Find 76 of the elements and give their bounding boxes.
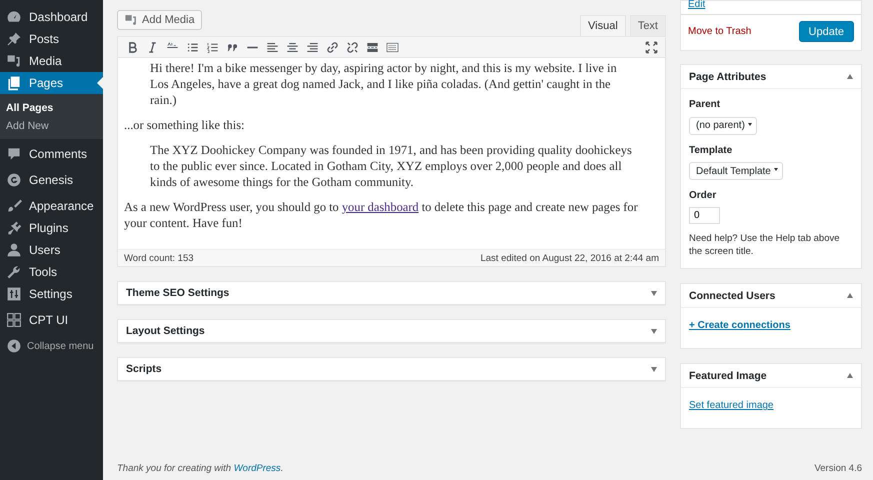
box-title: Featured Image [689, 370, 767, 382]
circle-g-icon [6, 172, 22, 188]
read-more-icon [366, 40, 378, 54]
grid-icon [6, 312, 22, 328]
set-featured-image-link[interactable]: Set featured image [689, 400, 774, 411]
help-text: Need help? Use the Help tab above the screen title. [689, 232, 841, 258]
parent-select[interactable]: (no parent) [689, 116, 757, 134]
editor-tab[interactable]: Text [630, 15, 666, 36]
sidebar-item[interactable]: CPT UI [0, 309, 103, 331]
last-edited-text: Last edited on August 22, 2016 at 2:44 am [480, 253, 659, 263]
blockquote-text: Hi there! I'm a bike messenger by day, aspiring actor by night, and this is my website. I live in Los Angeles, have a great dog named Jack, and I like piña coladas. (And gettin' caught in the rain.) [149, 60, 618, 108]
field-label: Template [689, 144, 734, 156]
sidebar-item[interactable]: Genesis [0, 169, 103, 191]
sidebar-item[interactable]: Settings [0, 283, 103, 305]
add-media-button[interactable]: Add Media [117, 10, 202, 30]
footer-text: Thank you for creating with WordPress. [117, 463, 284, 474]
box-title: Page Attributes [689, 70, 766, 82]
dashboard-link[interactable]: your dashboard [342, 200, 419, 214]
expand-arrow-icon[interactable] [651, 290, 657, 296]
blockquote-text: The XYZ Doohickey Company was founded in 1971, and has been providing quality doohickeys to the public ever since. Located in Gotham City, XYZ employs over 2,000 people and does all kinds of awesome things for the Gotham community. [149, 142, 633, 190]
field-label: Order [689, 190, 718, 201]
paragraph-text: ...or something like this: [124, 117, 246, 133]
wrench-icon [6, 264, 22, 280]
sidebar-item[interactable]: Comments [0, 143, 103, 165]
speech-bubble-icon [6, 146, 22, 162]
sidebar-item[interactable]: Dashboard [0, 6, 103, 28]
sidebar-item[interactable]: Plugins [0, 217, 103, 239]
sidebar-item[interactable]: Media [0, 50, 103, 72]
collapse-arrow-icon[interactable] [847, 373, 853, 378]
template-select[interactable]: Default Template [689, 162, 783, 180]
expand-arrows-icon [644, 40, 658, 54]
update-button[interactable]: Update [798, 21, 854, 42]
sidebar-item[interactable]: Posts [0, 28, 103, 50]
plug-icon [6, 220, 22, 236]
submenu-item[interactable]: All Pages [0, 99, 103, 117]
camera-music-icon [124, 13, 138, 27]
sidebar-item[interactable]: Tools [0, 261, 103, 283]
link-icon [326, 40, 338, 54]
paintbrush-icon [6, 198, 22, 214]
wordpress-link[interactable]: WordPress [234, 463, 281, 474]
keyboard-icon [386, 40, 398, 54]
bulleted-list-icon [186, 40, 198, 54]
collapse-arrow-icon[interactable] [847, 74, 853, 79]
meta-box-title: Layout Settings [126, 325, 205, 337]
gauge-icon [6, 9, 22, 25]
sidebar-item[interactable]: Pages [0, 72, 103, 94]
create-connections-link[interactable]: + Create connections [689, 320, 790, 331]
sliders-icon [6, 286, 22, 302]
pages-icon [6, 75, 22, 91]
field-label: Parent [689, 99, 722, 110]
meta-box-title: Theme SEO Settings [126, 287, 230, 299]
sidebar-item[interactable]: Appearance [0, 195, 103, 217]
sidebar-item[interactable]: Collapse menu [0, 335, 103, 357]
submenu-item[interactable]: Add New [0, 117, 103, 135]
order-input[interactable]: 0 [689, 207, 720, 224]
expand-arrow-icon[interactable] [651, 366, 657, 372]
align-left-icon [266, 40, 278, 54]
box-title: Connected Users [689, 290, 776, 302]
numbered-list-icon [206, 40, 218, 54]
person-icon [6, 242, 22, 258]
move-to-trash-link[interactable]: Move to Trash [688, 26, 752, 37]
collapse-arrow-icon[interactable] [847, 293, 853, 298]
camera-music-icon [6, 53, 22, 69]
align-right-icon [306, 40, 318, 54]
word-count: Word count: 153 [124, 253, 194, 263]
paragraph-text: As a new WordPress user, you should go to your dashboard to delete this page and create new pages for your content. Have fun! [124, 199, 639, 231]
expand-arrow-icon[interactable] [651, 328, 657, 334]
editor-tab[interactable]: Visual [580, 15, 626, 36]
left-arrow-circle-icon [6, 338, 22, 354]
version-text: Version 4.6 [814, 463, 862, 474]
pushpin-icon [6, 31, 22, 47]
edit-link[interactable]: Edit [688, 1, 854, 8]
align-center-icon [286, 40, 298, 54]
meta-box-title: Scripts [126, 363, 162, 375]
broken-link-icon [346, 40, 358, 54]
sidebar-item[interactable]: Users [0, 239, 103, 261]
